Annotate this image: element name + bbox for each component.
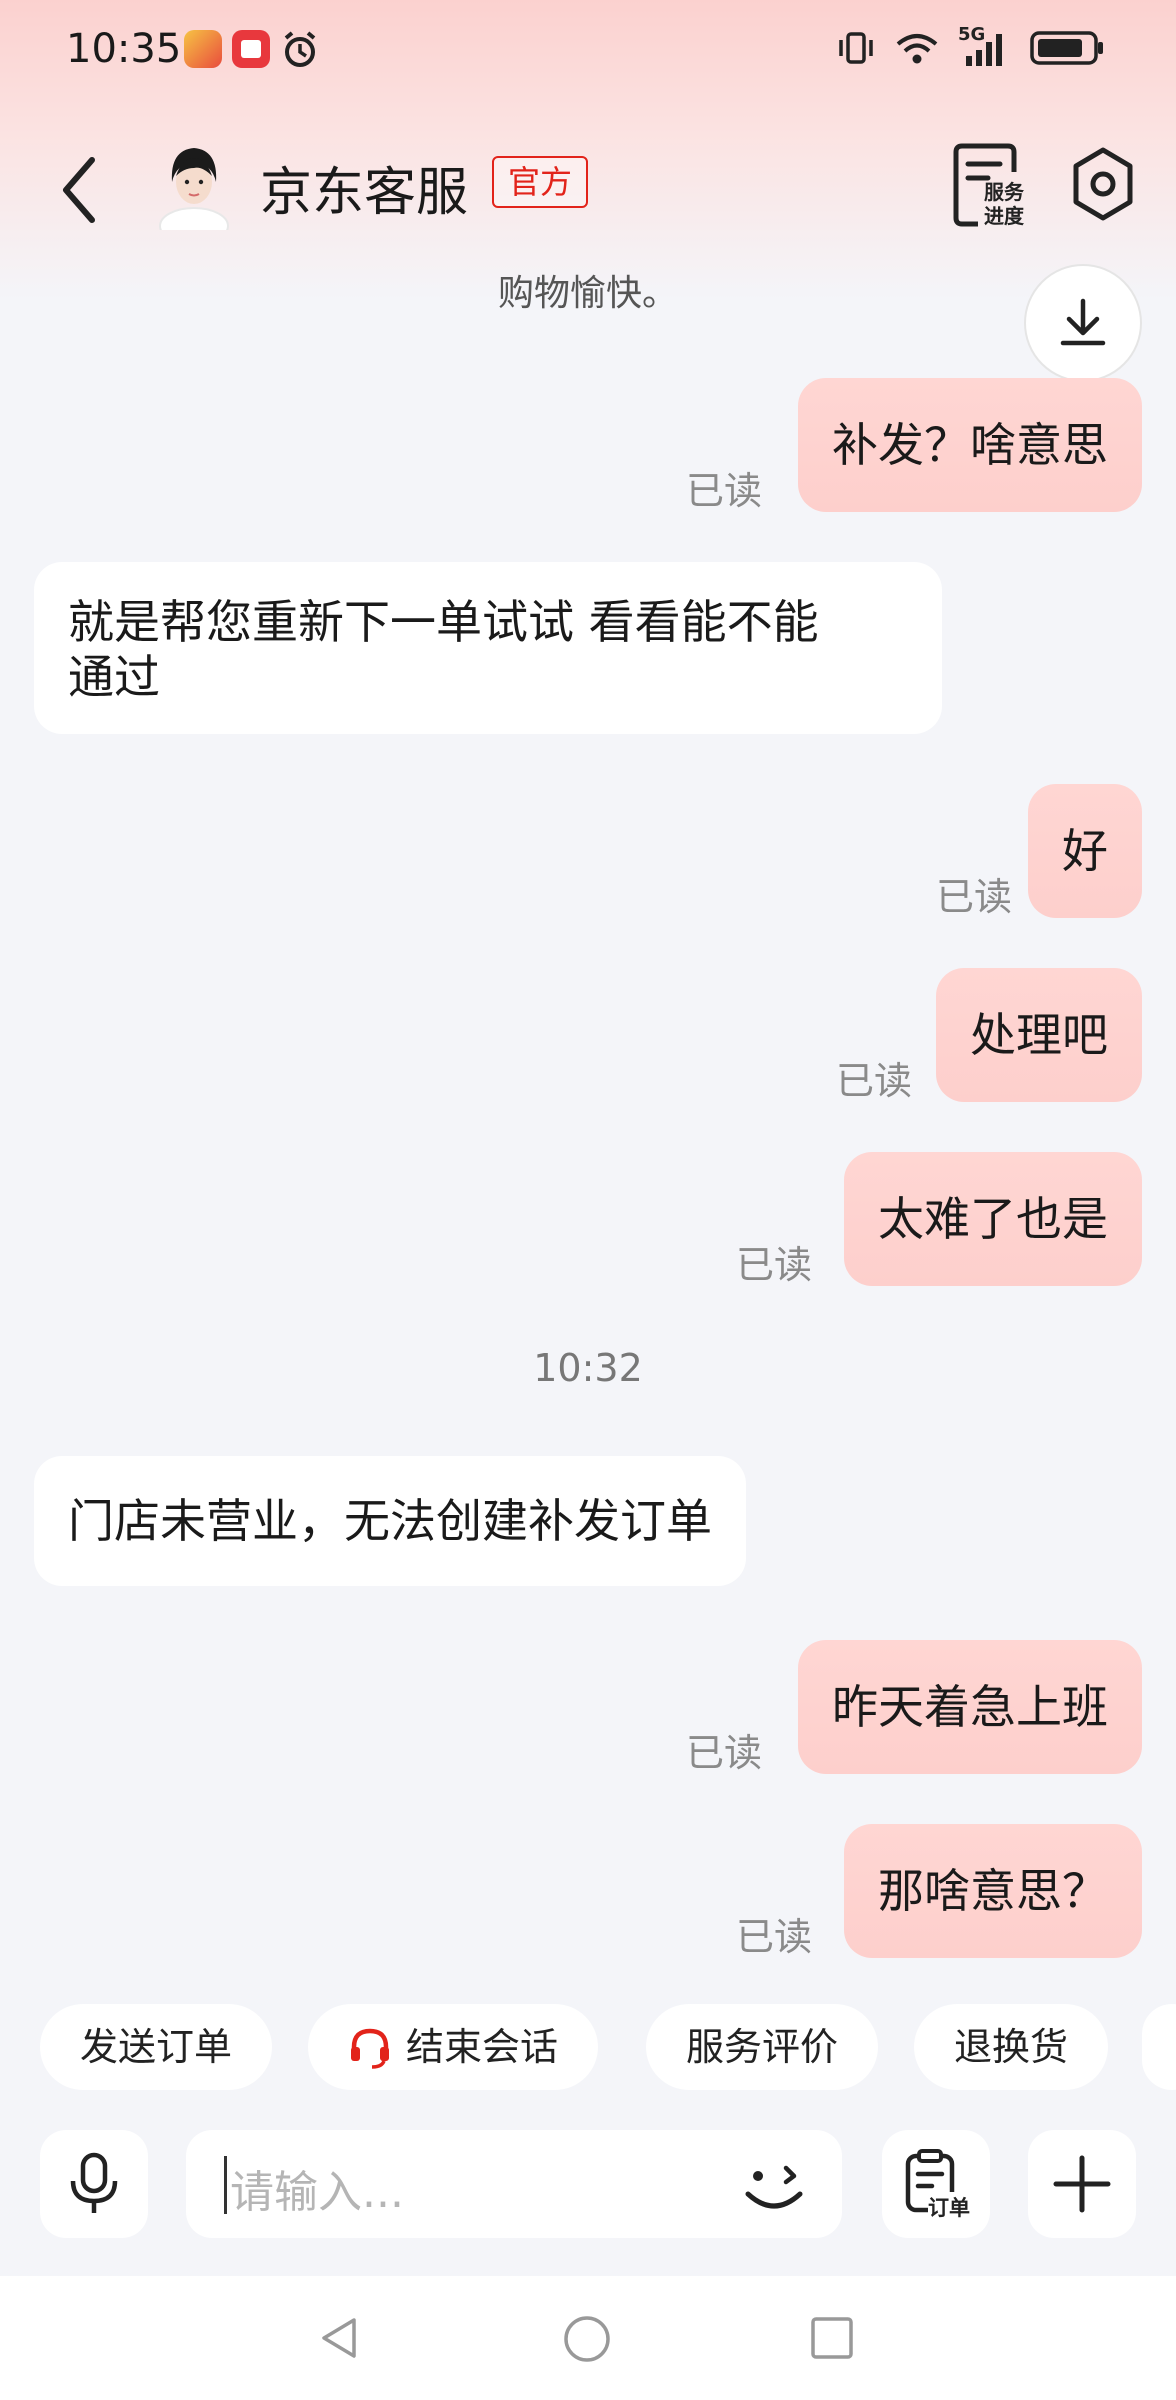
quick-action-return-exchange[interactable]: 退换货 (914, 2004, 1109, 2090)
message-outgoing[interactable]: 好 (1028, 784, 1142, 918)
order-button[interactable]: 订单 (882, 2130, 990, 2238)
read-status: 已读 (736, 1915, 813, 1959)
message-input[interactable]: 请输入... (186, 2130, 842, 2238)
chip-label: 结束会话 (406, 2025, 559, 2069)
message-incoming[interactable]: 就是帮您重新下一单试试 看看能不能 通过 (34, 562, 942, 734)
status-bar: 10:35 5G (0, 0, 1176, 100)
message-outgoing[interactable]: 那啥意思？ (844, 1824, 1142, 1958)
chat-header: 京东客服 官方 服务 进度 (0, 130, 1176, 250)
message-outgoing[interactable]: 太难了也是 (844, 1152, 1142, 1286)
status-time: 10:35 (66, 26, 182, 72)
signal-indicator: 5G (958, 24, 1012, 68)
alarm-icon (284, 31, 316, 67)
notification-icons (184, 30, 320, 70)
order-label: 订单 (928, 2192, 970, 2222)
agent-name: 京东客服 (260, 163, 469, 223)
microphone-icon (70, 2152, 118, 2213)
vibrate-icon (839, 32, 873, 64)
read-status: 已读 (686, 469, 763, 513)
read-status: 已读 (736, 1243, 813, 1287)
quick-action-end-session[interactable]: 结束会话 (308, 2004, 599, 2090)
read-status: 已读 (836, 1059, 913, 1103)
quick-action-service-review[interactable]: 服务评价 (646, 2004, 879, 2090)
emoji-icon[interactable] (736, 2146, 812, 2222)
nav-back-icon[interactable] (316, 2314, 364, 2362)
voice-button[interactable] (40, 2130, 148, 2238)
official-badge: 官方 (492, 156, 589, 208)
time-separator: 10:32 (533, 1346, 643, 1390)
system-nav-bar (0, 2276, 1176, 2400)
settings-hex-icon[interactable] (1068, 144, 1138, 224)
app-notification-icon (232, 30, 270, 68)
chip-label: 服务评价 (686, 2025, 839, 2069)
message-incoming[interactable]: 门店未营业，无法创建补发订单 (34, 1456, 746, 1586)
headset-icon (351, 2028, 389, 2069)
message-outgoing[interactable]: 补发？啥意思 (798, 378, 1142, 512)
progress-label-2: 进度 (984, 204, 1024, 228)
system-message: 购物愉快。 (497, 273, 678, 314)
download-button[interactable] (1024, 264, 1142, 382)
nav-home-icon[interactable] (562, 2314, 612, 2364)
input-placeholder: 请输入... (230, 2167, 404, 2218)
nav-recents-icon[interactable] (808, 2314, 856, 2362)
battery-icon (1030, 31, 1103, 65)
download-icon (1060, 298, 1106, 346)
service-progress-button[interactable]: 服务 进度 (950, 142, 1032, 228)
message-outgoing[interactable]: 处理吧 (936, 968, 1142, 1102)
wifi-icon (896, 34, 938, 64)
message-line: 就是帮您重新下一单试试 看看能不能 (68, 595, 819, 649)
back-icon[interactable] (50, 148, 110, 232)
read-status: 已读 (686, 1731, 763, 1775)
text-caret (224, 2156, 227, 2214)
chip-label: 退换货 (954, 2025, 1069, 2069)
signal-icon (966, 34, 1002, 66)
more-button[interactable] (1028, 2130, 1136, 2238)
plus-icon (1053, 2155, 1111, 2213)
message-line: 通过 (68, 650, 160, 704)
status-indicators: 5G (836, 24, 1106, 68)
quick-action-more[interactable] (1142, 2004, 1176, 2090)
avatar[interactable] (152, 140, 236, 230)
app-notification-icon (184, 30, 222, 68)
quick-action-send-order[interactable]: 发送订单 (40, 2004, 273, 2090)
message-outgoing[interactable]: 昨天着急上班 (798, 1640, 1142, 1774)
chip-label: 发送订单 (80, 2025, 233, 2069)
read-status: 已读 (936, 875, 1013, 919)
